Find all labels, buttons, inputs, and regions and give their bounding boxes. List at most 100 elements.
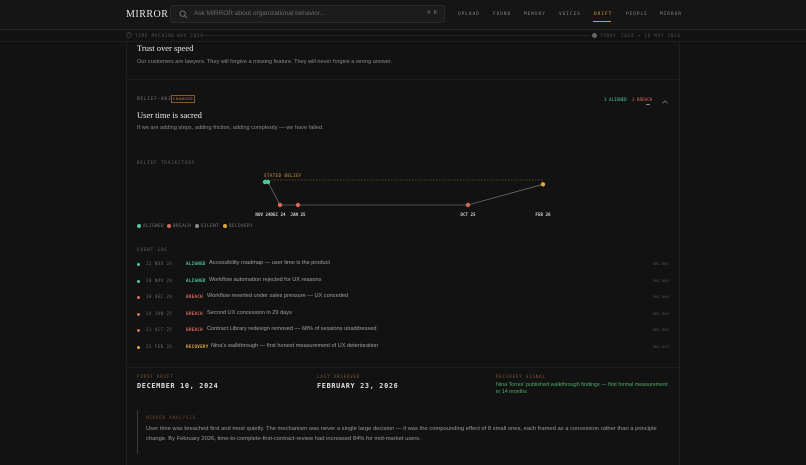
legend-breach: BREACH [167, 223, 191, 228]
event-date: 28 NOV 24 [146, 277, 173, 283]
nav-found[interactable]: FOUND [493, 12, 511, 17]
last-observed-label: LAST OBSERVED [317, 374, 361, 379]
section-divider [126, 367, 680, 368]
legend-recovery: RECOVERY [223, 223, 253, 228]
belief-prev-title: Trust over speed [137, 43, 194, 53]
belief-prev-subtitle: Our customers are lawyers. They will for… [137, 59, 393, 65]
event-tag: BREACH [186, 294, 203, 300]
search-icon [179, 10, 188, 19]
event-dot [137, 296, 140, 300]
nav-people[interactable]: PEOPLE [626, 12, 648, 17]
x-tick-label: NOV 24 [255, 212, 271, 217]
legend-silent-dot [195, 224, 199, 228]
legend-silent: SILENT [195, 223, 219, 228]
event-text: Workflow automation rejected for UX reas… [209, 276, 322, 283]
analysis-label: MIRROR ANALYSIS [146, 415, 196, 420]
count-underline [646, 104, 650, 105]
event-source[interactable]: SRC-005 [653, 327, 669, 332]
event-date: 21 OCT 25 [146, 327, 173, 333]
time-machine-label[interactable]: TIME MACHINE [135, 33, 175, 38]
first-drift-value: DECEMBER 10, 2024 [137, 382, 219, 390]
event-tag: ALIGNED [186, 261, 206, 266]
trajectory-point [265, 179, 271, 185]
event-source[interactable]: SRC-001 [653, 261, 669, 266]
event-source[interactable]: SRC-003 [653, 294, 669, 299]
card-divider [126, 79, 680, 80]
belief-title: User time is sacred [137, 110, 202, 120]
event-dot [137, 346, 140, 349]
chevron-up-icon[interactable] [662, 99, 668, 105]
event-row[interactable]: 22 NOV 24 ALIGNED Accessibility roadmap — … [137, 260, 669, 270]
first-drift-label: FIRST DRIFT [137, 374, 174, 379]
event-date: 10 DEC 24 [146, 294, 173, 300]
recovery-signal-label: RECOVERY SIGNAL [496, 374, 546, 379]
analysis-text: User time was breached first and most qu… [146, 426, 657, 442]
last-observed-value: FEBRUARY 23, 2026 [317, 382, 399, 390]
event-date: 14 JAN 25 [146, 310, 173, 316]
today-dot [592, 33, 597, 38]
top-nav-bar: MIRROR Ask MIRROR about organizational b… [0, 0, 806, 30]
time-slider-track[interactable] [202, 35, 590, 36]
legend-recovery-dot [223, 224, 227, 228]
status-badge: CHANGED [171, 95, 195, 103]
x-tick-label: JAN 25 [290, 212, 306, 217]
legend-breach-dot [167, 224, 171, 228]
event-text: Accessibility roadmap — user time is the… [209, 260, 330, 266]
trajectory-point [295, 202, 301, 208]
event-text: Second UX concession in 29 days [207, 309, 292, 316]
event-tag: RECOVERY [186, 344, 209, 349]
x-tick-label: OCT 25 [460, 212, 476, 217]
legend-aligned-dot [137, 224, 141, 228]
event-dot [137, 279, 140, 283]
mirror-analysis: MIRROR ANALYSIS User time was breached f… [137, 410, 669, 454]
nav-active-indicator [593, 21, 611, 22]
event-row[interactable]: 14 JAN 25 BREACH Second UX concession in 2… [137, 310, 669, 320]
event-source[interactable]: SRC-004 [653, 311, 669, 316]
belief-subtitle: If we are adding steps, adding friction,… [137, 125, 324, 131]
event-dot [137, 263, 140, 266]
event-dot [137, 329, 140, 333]
event-text: Workflow reverted under sales pressure —… [207, 293, 349, 300]
event-text: Nina's walkthrough — first honest measur… [211, 343, 379, 349]
event-row[interactable]: 21 OCT 25 BREACH Contract Library redesign… [137, 326, 669, 336]
event-row[interactable]: 10 DEC 24 BREACH Workflow reverted under s… [137, 293, 669, 303]
aligned-count: 3 ALIGNED [604, 97, 627, 102]
breach-count: 3 BREACH [632, 97, 653, 102]
nav-mirror[interactable]: MIRROR [660, 12, 682, 17]
search-box[interactable]: Ask MIRROR about organizational behavior… [170, 5, 445, 23]
trajectory-point [277, 202, 283, 208]
x-tick-label: FEB 26 [535, 212, 551, 217]
event-date: 23 FEB 26 [146, 344, 173, 349]
legend-aligned: ALIGNED [137, 223, 164, 228]
nav-upload[interactable]: UPLOAD [458, 12, 480, 17]
today-label[interactable]: TODAY [600, 33, 617, 38]
nav-memory[interactable]: MEMORY [524, 12, 546, 17]
recovery-signal-value[interactable]: Nina Torres' published walkthrough findi… [496, 382, 671, 396]
event-source[interactable]: SRC-013 [653, 344, 669, 349]
trajectory-label: BELIEF TRAJECTORY [137, 160, 196, 165]
event-log-label: EVENT LOG [137, 247, 168, 252]
range-start: NOV 2024 [177, 33, 204, 38]
time-machine-bar: TIME MACHINE NOV 2024 TODAY 2024 → 16 MA… [0, 30, 806, 42]
stated-belief-label: STATED BELIEF [264, 173, 302, 178]
range-end: 2024 → 16 MAY 2026 [621, 33, 681, 38]
trajectory-point [465, 202, 471, 208]
event-tag: BREACH [186, 327, 203, 333]
main-content [126, 42, 680, 465]
event-row[interactable]: 23 FEB 26 RECOVERY Nina's walkthrough — fi… [137, 343, 669, 353]
event-dot [137, 312, 140, 316]
event-date: 22 NOV 24 [146, 261, 173, 266]
clock-icon [126, 32, 132, 38]
app-logo[interactable]: MIRROR [126, 9, 168, 20]
nav-voices[interactable]: VOICES [559, 12, 581, 17]
search-input[interactable]: Ask MIRROR about organizational behavior… [194, 10, 325, 17]
event-row[interactable]: 28 NOV 24 ALIGNED Workflow automation reje… [137, 277, 669, 287]
event-source[interactable]: SRC-002 [653, 278, 669, 283]
belief-id: BELIEF-003 [137, 97, 172, 102]
event-text: Contract Library redesign removed — 68% … [207, 326, 377, 333]
search-shortcut: ⌘ K [427, 10, 437, 16]
event-tag: BREACH [186, 310, 203, 316]
trajectory-point [540, 182, 546, 187]
nav-drift[interactable]: DRIFT [594, 12, 612, 17]
event-tag: ALIGNED [186, 277, 206, 283]
